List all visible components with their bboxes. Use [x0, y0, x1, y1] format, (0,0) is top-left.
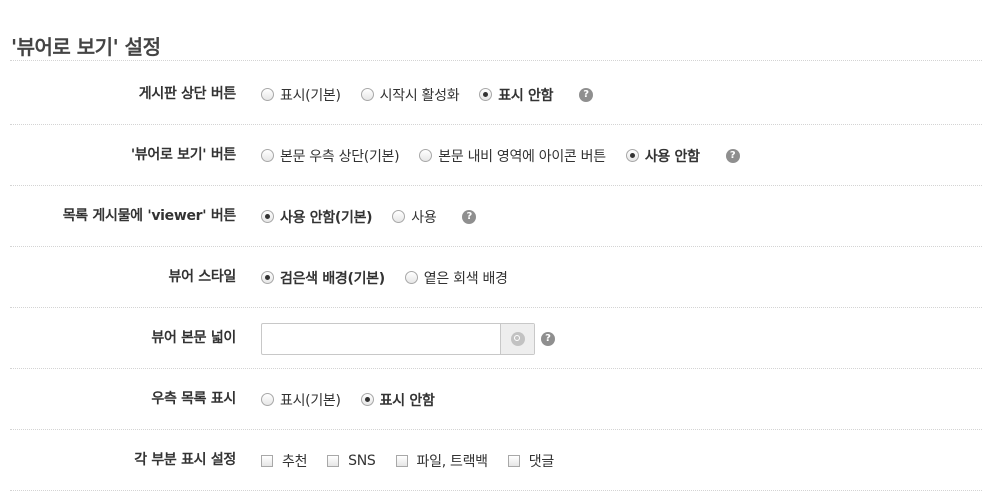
checkbox-option-file-trackback[interactable]: 파일, 트랙백: [395, 451, 489, 471]
checkbox-option-sns[interactable]: SNS: [327, 452, 376, 469]
radio-option-show-default[interactable]: 표시(기본): [261, 85, 341, 105]
checkbox[interactable]: [261, 454, 273, 467]
row-viewer-style: 뷰어 스타일 검은색 배경(기본) 옅은 회색 배경: [10, 247, 982, 308]
row-label: 목록 게시물에 'viewer' 버튼: [62, 208, 237, 224]
width-input-wrapper: [261, 322, 535, 355]
option-label: 사용: [411, 209, 437, 226]
checkbox-group: 추천 SNS 파일, 트랙백 댓글: [261, 430, 574, 491]
radio-button[interactable]: [360, 393, 374, 406]
radio-button[interactable]: [261, 149, 274, 162]
radio-option-activate-on-start[interactable]: 시작시 활성화: [360, 85, 460, 105]
viewer-width-input[interactable]: [262, 323, 500, 354]
input-group: ?: [261, 308, 555, 369]
radio-group: 검은색 배경(기본) 옅은 회색 배경: [261, 247, 528, 308]
radio-option-hide[interactable]: 표시 안함: [360, 390, 435, 410]
radio-option-hide[interactable]: 표시 안함: [479, 85, 554, 105]
radio-button[interactable]: [392, 210, 406, 223]
radio-option-show-default[interactable]: 표시(기본): [261, 390, 341, 410]
radio-option-disabled[interactable]: 사용 안함: [625, 146, 700, 166]
row-section-display: 각 부분 표시 설정 추천 SNS 파일, 트랙백 댓글: [10, 430, 982, 491]
option-label: 표시(기본): [280, 87, 341, 104]
row-list-viewer-button: 목록 게시물에 'viewer' 버튼 사용 안함(기본) 사용 ?: [10, 186, 982, 247]
option-label: 검은색 배경(기본): [280, 270, 385, 287]
section-title: '뷰어로 보기' 설정: [11, 35, 161, 59]
option-label: 표시 안함: [379, 392, 435, 409]
option-label: 파일, 트랙백: [416, 453, 489, 470]
help-icon[interactable]: ?: [579, 87, 594, 102]
radio-button[interactable]: [261, 271, 274, 284]
row-right-list: 우측 목록 표시 표시(기본) 표시 안함: [10, 369, 982, 430]
input-action-button[interactable]: [500, 323, 534, 354]
option-label: 추천: [282, 453, 308, 470]
radio-option-black-bg[interactable]: 검은색 배경(기본): [261, 268, 385, 288]
viewer-settings-page: '뷰어로 보기' 설정 게시판 상단 버튼 표시(기본) 시작시 활성화 표시 …: [0, 0, 982, 504]
radio-group: 표시(기본) 표시 안함: [261, 369, 455, 430]
help-icon[interactable]: ?: [541, 331, 555, 346]
row-label: '뷰어로 보기' 버튼: [130, 147, 236, 163]
radio-button[interactable]: [419, 149, 433, 162]
radio-group: 사용 안함(기본) 사용 ?: [261, 186, 477, 247]
radio-button[interactable]: [261, 210, 274, 223]
option-label: 표시(기본): [280, 392, 341, 409]
radio-option-enabled[interactable]: 사용: [392, 207, 437, 227]
option-label: SNS: [348, 452, 376, 469]
checkbox[interactable]: [395, 454, 408, 467]
radio-group: 본문 우측 상단(기본) 본문 내비 영역에 아이콘 버튼 사용 안함 ?: [261, 125, 740, 186]
option-label: 본문 내비 영역에 아이콘 버튼: [438, 148, 606, 165]
option-label: 시작시 활성화: [379, 87, 460, 104]
title-divider: [10, 60, 982, 61]
row-label: 뷰어 본문 넓이: [151, 330, 236, 346]
row-label: 각 부분 표시 설정: [134, 452, 236, 468]
checkbox-option-recommend[interactable]: 추천: [261, 451, 307, 471]
option-label: 댓글: [528, 453, 554, 470]
radio-button[interactable]: [261, 88, 274, 101]
radio-group: 표시(기본) 시작시 활성화 표시 안함 ?: [261, 64, 594, 125]
globe-icon: [510, 331, 525, 346]
checkbox-option-comments[interactable]: 댓글: [507, 451, 554, 471]
radio-button[interactable]: [404, 271, 418, 284]
row-label: 게시판 상단 버튼: [138, 86, 237, 102]
help-icon[interactable]: ?: [725, 148, 740, 163]
radio-button[interactable]: [625, 149, 639, 162]
option-label: 표시 안함: [498, 87, 554, 104]
option-label: 본문 우측 상단(기본): [280, 148, 400, 165]
row-viewer-button: '뷰어로 보기' 버튼 본문 우측 상단(기본) 본문 내비 영역에 아이콘 버…: [10, 125, 982, 186]
row-board-top-button: 게시판 상단 버튼 표시(기본) 시작시 활성화 표시 안함 ?: [10, 64, 982, 125]
radio-button[interactable]: [261, 393, 274, 406]
checkbox[interactable]: [327, 454, 340, 467]
row-label: 우측 목록 표시: [151, 391, 236, 407]
row-viewer-width: 뷰어 본문 넓이 ?: [10, 308, 982, 369]
row-label: 뷰어 스타일: [168, 269, 237, 285]
radio-button[interactable]: [360, 88, 374, 101]
checkbox[interactable]: [507, 454, 520, 467]
radio-option-nav-icon[interactable]: 본문 내비 영역에 아이콘 버튼: [419, 146, 606, 166]
option-label: 옅은 회색 배경: [423, 270, 508, 287]
help-icon[interactable]: ?: [462, 209, 477, 224]
radio-option-light-gray-bg[interactable]: 옅은 회색 배경: [404, 268, 508, 288]
option-label: 사용 안함(기본): [280, 209, 373, 226]
radio-option-top-right[interactable]: 본문 우측 상단(기본): [261, 146, 400, 166]
radio-button[interactable]: [479, 88, 493, 101]
radio-option-disabled-default[interactable]: 사용 안함(기본): [261, 207, 373, 227]
option-label: 사용 안함: [644, 148, 700, 165]
